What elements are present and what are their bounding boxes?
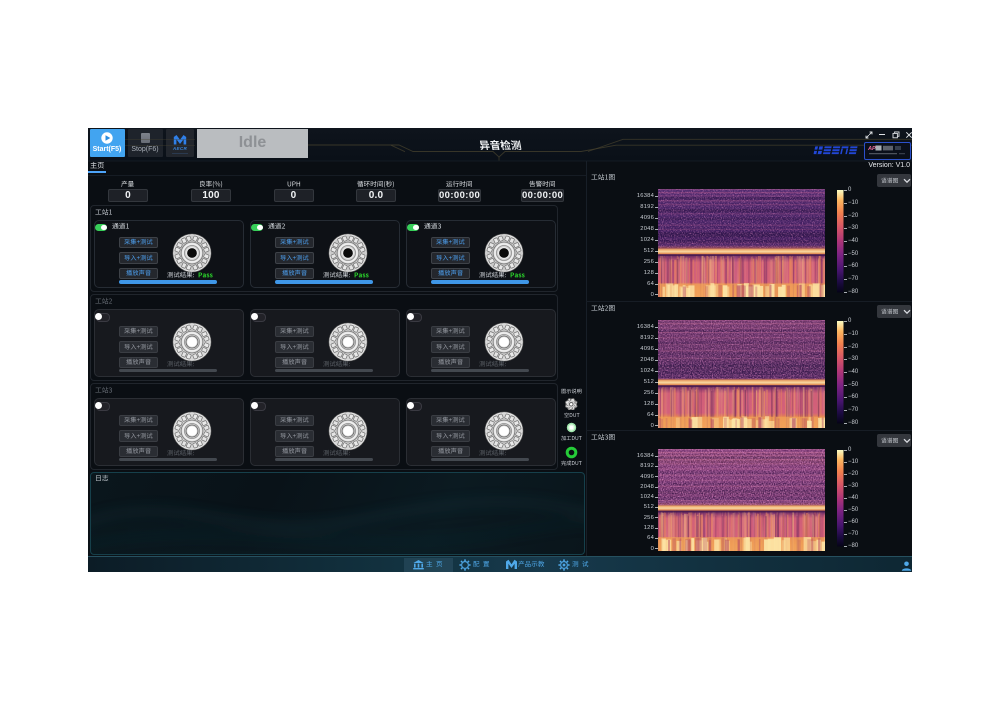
svg-text:AP: AP [867,146,876,152]
